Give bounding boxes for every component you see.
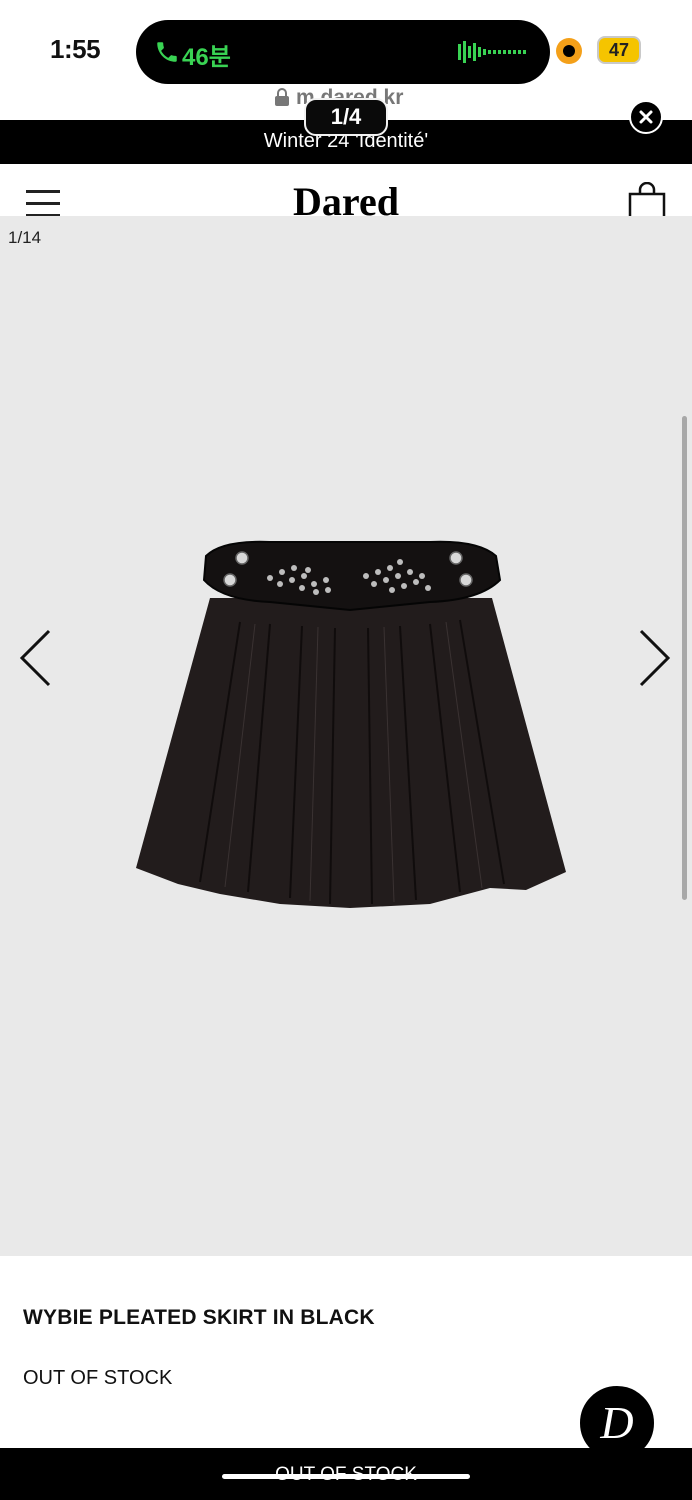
close-icon: [639, 110, 653, 124]
battery-level: 47: [608, 40, 630, 60]
phone-icon: [157, 42, 177, 62]
product-gallery[interactable]: 1/14: [0, 216, 692, 1256]
status-time: 1:55: [50, 34, 101, 64]
close-button[interactable]: [629, 100, 663, 134]
chat-monogram: D: [600, 1397, 634, 1448]
product-image: [136, 540, 566, 908]
product-title: WYBIE PLEATED SKIRT IN BLACK: [23, 1306, 375, 1329]
page-indicator: 1/4: [304, 98, 388, 136]
site-header: Dared: [0, 164, 692, 225]
battery-indicator: 47: [597, 36, 641, 64]
image-counter: 1/14: [8, 228, 42, 247]
lock-icon: [275, 88, 289, 106]
home-indicator[interactable]: [222, 1474, 470, 1479]
chevron-right-icon[interactable]: [638, 628, 672, 688]
stock-status: OUT OF STOCK: [23, 1367, 173, 1389]
scrollbar-thumb[interactable]: [682, 416, 687, 900]
status-bar: 1:55 46분 47 m.dared.kr: [0, 0, 692, 109]
recording-indicator: [556, 38, 582, 64]
chevron-left-icon[interactable]: [18, 628, 52, 688]
waveform-icon: [458, 41, 526, 63]
dynamic-island-call[interactable]: 46분: [136, 20, 550, 84]
call-duration: 46분: [182, 44, 231, 71]
